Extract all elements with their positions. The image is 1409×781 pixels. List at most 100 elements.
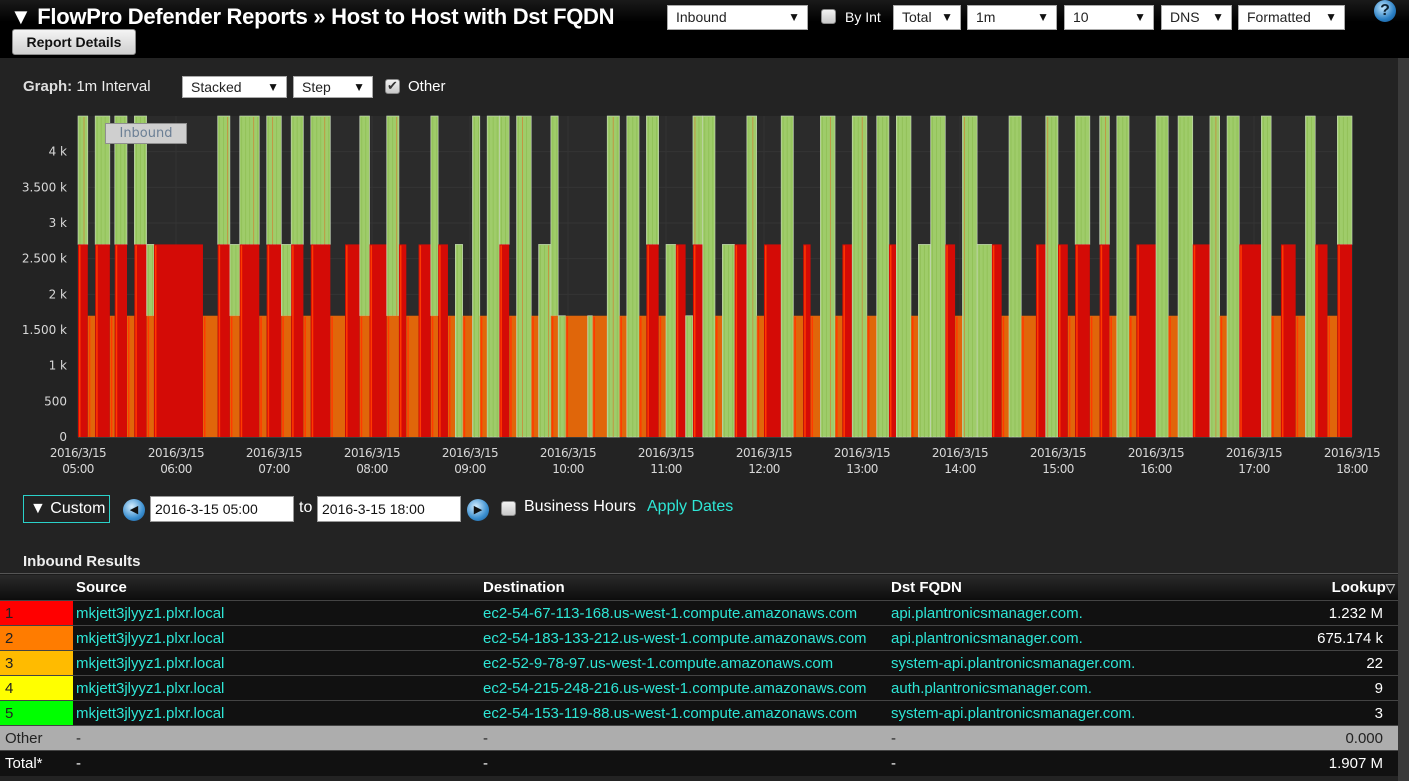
table-row[interactable]: 1 mkjett3jlyyz1.plxr.local ec2-54-67-113-1… [0, 600, 1398, 626]
row-destination[interactable]: ec2-54-215-248-216.us-west-1.compute.ama… [480, 675, 888, 701]
bar-series-3 [360, 316, 363, 437]
chevron-down-icon: ▼ [1212, 10, 1224, 24]
total-select[interactable]: Total ▼ [893, 5, 961, 30]
bar-series-3 [1338, 245, 1340, 437]
bar-series-1 [369, 244, 387, 437]
dns-select[interactable]: DNS ▼ [1161, 5, 1232, 30]
bar-series-3 [1090, 316, 1093, 437]
interval-select[interactable]: 1m ▼ [967, 5, 1057, 30]
bar-series-3 [282, 316, 284, 437]
range-preset-button[interactable]: ▼ Custom [23, 495, 110, 523]
y-tick-label: 0 [59, 430, 67, 444]
row-destination[interactable]: ec2-52-9-78-97.us-west-1.compute.amazona… [480, 650, 888, 676]
format-select[interactable]: Formatted ▼ [1238, 5, 1345, 30]
table-row[interactable]: 4 mkjett3jlyyz1.plxr.local ec2-54-215-248-… [0, 675, 1398, 701]
graph-interval-text: 1m Interval [76, 78, 151, 95]
x-tick-date: 2016/3/15 [540, 446, 596, 460]
bar-series-3 [659, 316, 662, 437]
chart: 0 500 1 k 1.500 k 2 k 2.500 k 3 k 3.500 k 4 k 20… [22, 115, 1381, 476]
next-range-icon[interactable]: ▶ [467, 499, 489, 521]
row-source[interactable]: mkjett3jlyyz1.plxr.local [73, 625, 480, 651]
bar-series-3 [1100, 245, 1103, 437]
row-source[interactable]: mkjett3jlyyz1.plxr.local [73, 650, 480, 676]
row-destination: - [480, 750, 888, 776]
row-destination[interactable]: ec2-54-67-113-168.us-west-1.compute.amaz… [480, 600, 888, 626]
bar-series-3 [407, 316, 409, 437]
bar-series-3 [419, 245, 422, 437]
results-table: Source Destination Dst FQDN Lookup▽ 1 mkj… [0, 573, 1398, 776]
x-tick-date: 2016/3/15 [1030, 446, 1086, 460]
y-tick-label: 500 [44, 394, 67, 408]
row-rank: 5 [0, 700, 73, 726]
legend-inbound[interactable]: Inbound [105, 123, 187, 144]
x-tick-time: 05:00 [62, 462, 94, 476]
col-source[interactable]: Source [73, 573, 480, 601]
row-dst-fqdn[interactable]: api.plantronicsmanager.com. [888, 625, 1270, 651]
table-row[interactable]: 3 mkjett3jlyyz1.plxr.local ec2-52-9-78-97.… [0, 650, 1398, 676]
bar-series-1 [153, 244, 203, 437]
row-source[interactable]: mkjett3jlyyz1.plxr.local [73, 700, 480, 726]
bar-series-3 [218, 245, 221, 437]
chevron-down-icon: ▼ [788, 10, 800, 24]
by-int-checkbox[interactable] [821, 9, 836, 24]
bar-other [1305, 115, 1316, 438]
graph-mode-select[interactable]: Stacked ▼ [182, 76, 287, 98]
bar-series-3 [1272, 316, 1274, 437]
bar-other [587, 315, 593, 438]
other-label: Other [408, 78, 446, 95]
prev-range-icon[interactable]: ◀ [123, 499, 145, 521]
start-date-input[interactable]: 2016-3-15 05:00 [150, 496, 294, 522]
bar-other [1261, 115, 1272, 438]
col-lookup-label: Lookup [1331, 578, 1386, 596]
row-lookup: 22 [1269, 650, 1398, 676]
count-select-value: 10 [1073, 9, 1089, 25]
direction-select[interactable]: Inbound ▼ [667, 5, 808, 30]
graph-style-value: Step [302, 79, 331, 95]
count-select[interactable]: 10 ▼ [1064, 5, 1154, 30]
sort-desc-icon[interactable]: ▽ [1386, 581, 1395, 595]
bar-series-3 [804, 245, 806, 437]
col-lookup[interactable]: Lookup▽ [1269, 573, 1398, 601]
row-dst-fqdn[interactable]: api.plantronicsmanager.com. [888, 600, 1270, 626]
bar-series-3 [88, 316, 91, 437]
page-title[interactable]: ▼ FlowPro Defender Reports » Host to Hos… [10, 4, 615, 30]
chevron-down-icon: ▼ [1325, 10, 1337, 24]
bar-other [692, 115, 704, 245]
bar-series-3 [794, 316, 796, 437]
bar-other [229, 244, 240, 317]
apply-dates-link[interactable]: Apply Dates [647, 498, 733, 516]
bar-series-3 [1068, 316, 1071, 437]
table-row[interactable]: 5 mkjett3jlyyz1.plxr.local ec2-54-153-119-… [0, 700, 1398, 726]
y-tick-label: 4 k [49, 145, 67, 159]
end-date-input[interactable]: 2016-3-15 18:00 [317, 496, 461, 522]
bar-series-3 [110, 316, 113, 437]
row-source[interactable]: mkjett3jlyyz1.plxr.local [73, 600, 480, 626]
row-destination[interactable]: ec2-54-183-133-212.us-west-1.compute.ama… [480, 625, 888, 651]
page-scrollbar[interactable] [1398, 58, 1409, 781]
row-dst-fqdn[interactable]: system-api.plantronicsmanager.com. [888, 700, 1270, 726]
x-tick-date: 2016/3/15 [246, 446, 302, 460]
x-tick-date: 2016/3/15 [638, 446, 694, 460]
row-dst-fqdn[interactable]: system-api.plantronicsmanager.com. [888, 650, 1270, 676]
chart-marks [77, 115, 1353, 438]
graph-style-select[interactable]: Step ▼ [293, 76, 373, 98]
x-tick-time: 17:00 [1238, 462, 1270, 476]
report-details-button[interactable]: Report Details [12, 29, 136, 55]
bar-series-3 [510, 316, 512, 437]
row-destination: - [480, 725, 888, 751]
bar-series-2 [565, 315, 588, 437]
other-checkbox[interactable] [385, 78, 400, 94]
help-icon[interactable]: ? [1374, 0, 1396, 22]
bar-series-1 [239, 244, 260, 437]
col-destination[interactable]: Destination [480, 573, 888, 601]
bar-series-3 [843, 245, 845, 437]
business-hours-checkbox[interactable] [501, 501, 516, 516]
row-destination[interactable]: ec2-54-153-119-88.us-west-1.compute.amaz… [480, 700, 888, 726]
bar-other [1099, 115, 1110, 245]
row-dst-fqdn[interactable]: auth.plantronicsmanager.com. [888, 675, 1270, 701]
col-dst-fqdn[interactable]: Dst FQDN [888, 573, 1270, 601]
bar-series-3 [551, 316, 554, 437]
bar-series-3 [370, 245, 373, 437]
table-row[interactable]: 2 mkjett3jlyyz1.plxr.local ec2-54-183-133-… [0, 625, 1398, 651]
row-source[interactable]: mkjett3jlyyz1.plxr.local [73, 675, 480, 701]
